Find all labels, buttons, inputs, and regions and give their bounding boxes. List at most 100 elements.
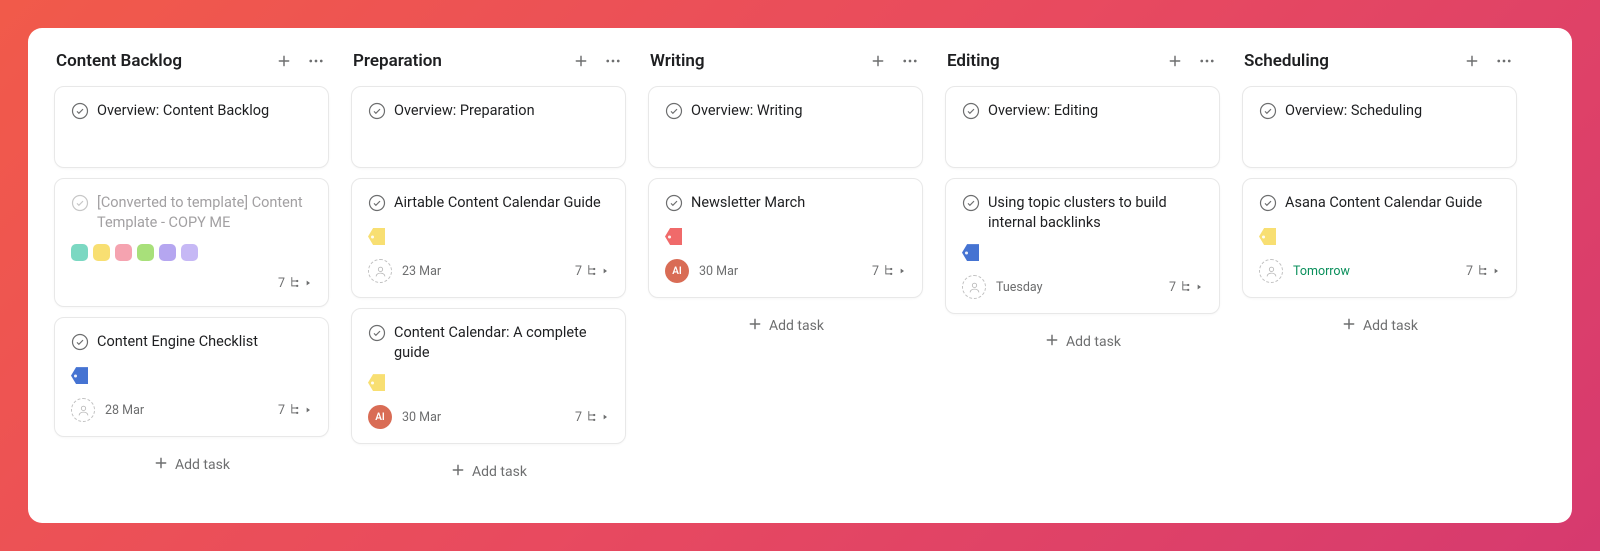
subtask-count[interactable]: 7 (872, 263, 906, 280)
add-card-button[interactable] (867, 50, 889, 72)
card-title-row: Airtable Content Calendar Guide (368, 193, 609, 216)
subtask-count[interactable]: 7 (1169, 279, 1203, 296)
column-header: Editing (945, 50, 1220, 72)
task-card[interactable]: [Converted to template] Content Template… (54, 178, 329, 307)
cards-container: Overview: Content Backlog [Converted to … (54, 86, 329, 437)
tag-chip[interactable] (368, 228, 385, 245)
task-card[interactable]: Content Engine Checklist28 Mar 7 (54, 317, 329, 437)
subtask-count[interactable]: 7 (575, 263, 609, 280)
complete-task-icon[interactable] (71, 102, 89, 124)
tag-chip[interactable] (665, 228, 682, 245)
overview-card[interactable]: Overview: Preparation (351, 86, 626, 168)
task-card[interactable]: Asana Content Calendar GuideTomorrow 7 (1242, 178, 1517, 298)
column-title: Editing (947, 51, 1164, 71)
board-column: Editing Overview: Editing Using topic cl… (945, 50, 1220, 501)
column-header: Preparation (351, 50, 626, 72)
complete-task-icon[interactable] (368, 194, 386, 216)
subtask-icon (1476, 263, 1489, 280)
add-task-button[interactable]: Add task (648, 308, 923, 344)
tag-chip[interactable] (368, 374, 385, 391)
task-card[interactable]: Using topic clusters to build internal b… (945, 178, 1220, 314)
overview-card[interactable]: Overview: Scheduling (1242, 86, 1517, 168)
overview-card[interactable]: Overview: Writing (648, 86, 923, 168)
card-title: Airtable Content Calendar Guide (394, 193, 601, 213)
subtask-count[interactable]: 7 (1466, 263, 1500, 280)
add-card-button[interactable] (1461, 50, 1483, 72)
tag-chip[interactable] (71, 367, 88, 384)
subtask-icon (288, 275, 301, 292)
card-footer: Tomorrow 7 (1259, 259, 1500, 283)
add-task-button[interactable]: Add task (1242, 308, 1517, 344)
tag-chip[interactable] (115, 244, 132, 261)
complete-task-icon[interactable] (665, 102, 683, 124)
column-actions (273, 50, 327, 72)
subtask-count[interactable]: 7 (278, 275, 312, 292)
card-title: Overview: Content Backlog (97, 101, 269, 121)
card-title: Content Engine Checklist (97, 332, 258, 352)
cards-container: Overview: Writing Newsletter March AI 30 M… (648, 86, 923, 298)
overview-card[interactable]: Overview: Editing (945, 86, 1220, 168)
subtask-icon (585, 409, 598, 426)
complete-task-icon[interactable] (1259, 102, 1277, 124)
complete-task-icon[interactable] (71, 194, 89, 216)
chevron-right-icon (1195, 280, 1203, 295)
cards-container: Overview: Preparation Airtable Content C… (351, 86, 626, 444)
card-footer: AI 30 Mar 7 (368, 405, 609, 429)
card-footer: AI 30 Mar 7 (665, 259, 906, 283)
complete-task-icon[interactable] (962, 194, 980, 216)
due-date: 30 Mar (699, 264, 738, 279)
column-menu-button[interactable] (1196, 50, 1218, 72)
add-task-button[interactable]: Add task (945, 324, 1220, 360)
assignee-empty[interactable] (962, 275, 986, 299)
subtask-count[interactable]: 7 (278, 402, 312, 419)
column-menu-button[interactable] (305, 50, 327, 72)
card-footer: Tuesday 7 (962, 275, 1203, 299)
task-card[interactable]: Content Calendar: A complete guideAI30 M… (351, 308, 626, 444)
assignee-avatar[interactable]: AI (368, 405, 392, 429)
add-card-button[interactable] (1164, 50, 1186, 72)
board-column: Preparation Overview: Preparation Airtab… (351, 50, 626, 501)
column-title: Scheduling (1244, 51, 1461, 71)
tag-chip[interactable] (71, 244, 88, 261)
tag-chip[interactable] (962, 244, 979, 261)
add-task-button[interactable]: Add task (54, 447, 329, 483)
complete-task-icon[interactable] (962, 102, 980, 124)
overview-card[interactable]: Overview: Content Backlog (54, 86, 329, 168)
task-card[interactable]: Airtable Content Calendar Guide23 Mar 7 (351, 178, 626, 298)
card-title: Newsletter March (691, 193, 805, 213)
plus-icon (1044, 332, 1060, 352)
assignee-empty[interactable] (368, 259, 392, 283)
tag-chip[interactable] (159, 244, 176, 261)
due-date: Tomorrow (1293, 264, 1350, 279)
complete-task-icon[interactable] (1259, 194, 1277, 216)
subtask-count[interactable]: 7 (575, 409, 609, 426)
tag-chip[interactable] (93, 244, 110, 261)
card-title-row: [Converted to template] Content Template… (71, 193, 312, 232)
column-menu-button[interactable] (1493, 50, 1515, 72)
tag-chip[interactable] (137, 244, 154, 261)
column-title: Writing (650, 51, 867, 71)
assignee-avatar[interactable]: AI (665, 259, 689, 283)
add-card-button[interactable] (570, 50, 592, 72)
column-menu-button[interactable] (899, 50, 921, 72)
tag-chip[interactable] (1259, 228, 1276, 245)
complete-task-icon[interactable] (71, 333, 89, 355)
add-card-button[interactable] (273, 50, 295, 72)
column-actions (867, 50, 921, 72)
tag-chip[interactable] (181, 244, 198, 261)
assignee-empty[interactable] (71, 398, 95, 422)
column-menu-button[interactable] (602, 50, 624, 72)
plus-icon (153, 455, 169, 475)
tags-row (368, 374, 609, 391)
column-header: Content Backlog (54, 50, 329, 72)
task-card[interactable]: Newsletter March AI 30 Mar 7 (648, 178, 923, 298)
complete-task-icon[interactable] (368, 324, 386, 346)
due-date: 30 Mar (402, 410, 441, 425)
complete-task-icon[interactable] (368, 102, 386, 124)
subtask-icon (585, 263, 598, 280)
column-actions (570, 50, 624, 72)
assignee-empty[interactable] (1259, 259, 1283, 283)
plus-icon (1341, 316, 1357, 336)
add-task-button[interactable]: Add task (351, 454, 626, 490)
complete-task-icon[interactable] (665, 194, 683, 216)
